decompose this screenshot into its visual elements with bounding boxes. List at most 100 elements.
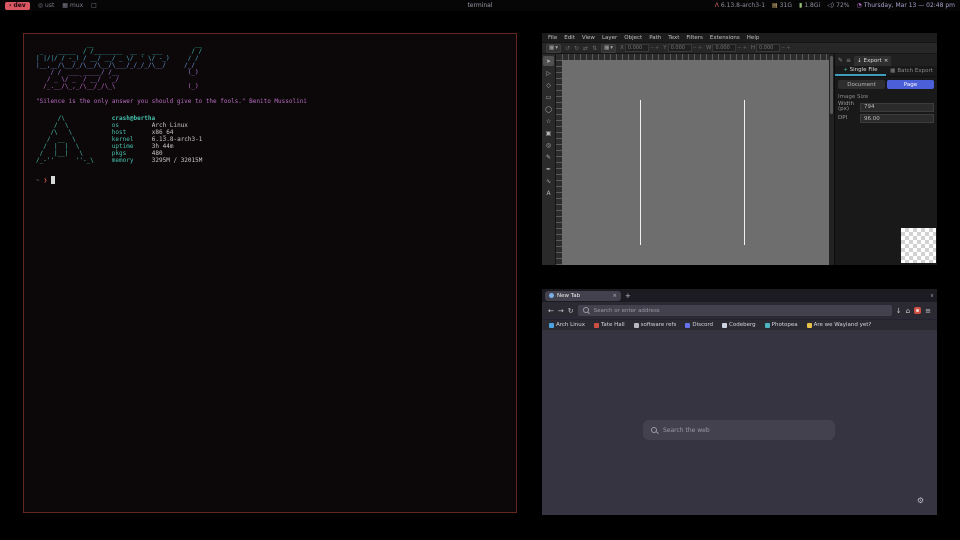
minus-icon[interactable]: −	[737, 45, 741, 51]
page-button[interactable]: Page	[887, 80, 934, 89]
tab-batch-export[interactable]: ▦ Batch Export	[886, 66, 937, 76]
new-tab-button[interactable]: +	[625, 292, 631, 300]
bookmark-are-we-wayland-yet[interactable]: Are we Wayland yet?	[807, 322, 872, 328]
ascii-art-line: /_.__/\_,_/\__/_/\_\ (_)	[36, 83, 504, 90]
text-tool[interactable]: A	[543, 188, 554, 198]
downloads-button[interactable]: ↓	[896, 307, 902, 315]
volume-module[interactable]: ◁) 72%	[827, 2, 849, 9]
home-button[interactable]: ⌂	[906, 307, 910, 315]
bookmark-folder-software-refs[interactable]: software refs	[634, 322, 677, 328]
workspace-mux[interactable]: ▦ mux	[62, 2, 83, 9]
bookmark-photopea[interactable]: Photopea	[765, 322, 798, 328]
export-width-input[interactable]: 794	[860, 103, 934, 112]
url-bar[interactable]	[578, 305, 892, 316]
w-label: W	[706, 45, 711, 51]
close-tab-icon[interactable]: ×	[612, 293, 617, 299]
pen-tool[interactable]: ✒	[543, 164, 554, 174]
bookmark-codeberg[interactable]: Codeberg	[722, 322, 756, 328]
shape-builder-tool[interactable]: ◇	[543, 80, 554, 90]
menu-path[interactable]: Path	[649, 35, 661, 41]
plus-icon[interactable]: +	[786, 45, 790, 51]
reload-button[interactable]: ↻	[568, 307, 574, 315]
caret-down-icon: ▾	[555, 45, 558, 51]
workspace-ust[interactable]: ◎ ust	[38, 2, 55, 9]
workspace-empty[interactable]: □	[91, 2, 97, 9]
ellipse-tool[interactable]: ◯	[543, 104, 554, 114]
terminal-window[interactable]: __ __ _ _____ / /________ __ _ ___ / / |…	[23, 33, 517, 513]
close-icon[interactable]: ×	[884, 58, 889, 64]
rectangle-tool[interactable]: ▭	[543, 92, 554, 102]
tab-single-file[interactable]: + Single File	[835, 66, 886, 76]
minus-icon[interactable]: −	[693, 45, 697, 51]
star-tool[interactable]: ☆	[543, 116, 554, 126]
menu-help[interactable]: Help	[747, 35, 760, 41]
snap-dropdown[interactable]: ▦ ▾	[601, 44, 616, 53]
menu-extensions[interactable]: Extensions	[710, 35, 740, 41]
plus-icon[interactable]: +	[743, 45, 747, 51]
newtab-search-box[interactable]	[643, 420, 835, 440]
newtab-search-input[interactable]	[663, 427, 827, 434]
disk-usage: 31G	[780, 2, 792, 9]
x-input[interactable]: 0.000	[625, 44, 649, 52]
h-input[interactable]: 0.000	[756, 44, 780, 52]
export-icon: ↓	[857, 58, 862, 64]
minus-icon[interactable]: −	[650, 45, 654, 51]
list-dialog-icon[interactable]: ≡	[846, 57, 851, 66]
fetch-user-host: crash@bertha	[112, 115, 203, 122]
y-input[interactable]: 0.000	[668, 44, 692, 52]
selection-mode-dropdown[interactable]: ▦ ▾	[546, 44, 561, 53]
bookmark-discord[interactable]: Discord	[685, 322, 713, 328]
calligraphy-tool[interactable]: ∿	[543, 176, 554, 186]
node-tool[interactable]: ▷	[543, 68, 554, 78]
adblock-extension-icon[interactable]	[914, 307, 921, 314]
batch-export-icon: ▦	[890, 68, 895, 74]
memory-module: ▮ 1.8Gi	[799, 2, 820, 9]
box3d-tool[interactable]: ▣	[543, 128, 554, 138]
menu-file[interactable]: File	[548, 35, 557, 41]
height-field: H 0.000 − +	[751, 44, 791, 52]
document-button[interactable]: Document	[838, 80, 885, 89]
bookmark-tate-hall[interactable]: Tate Hall	[594, 322, 625, 328]
bookmark-label: software refs	[641, 322, 677, 328]
inkscape-canvas[interactable]	[556, 54, 829, 265]
shell-prompt[interactable]: ~ ❯	[36, 176, 504, 184]
plus-icon[interactable]: +	[655, 45, 659, 51]
menu-object[interactable]: Object	[624, 35, 642, 41]
export-dpi-input[interactable]: 96.00	[860, 114, 934, 123]
bookmark-arch-linux[interactable]: Arch Linux	[549, 322, 585, 328]
scrollbar-thumb[interactable]	[830, 56, 833, 114]
export-panel-header: ✎ ≡ ↓ Export ×	[835, 54, 937, 66]
menu-edit[interactable]: Edit	[564, 35, 575, 41]
plus-icon[interactable]: +	[698, 45, 702, 51]
menu-text[interactable]: Text	[668, 35, 679, 41]
spiral-tool[interactable]: ◎	[543, 140, 554, 150]
inkscape-window[interactable]: File Edit View Layer Object Path Text Fi…	[542, 33, 937, 265]
bookmark-favicon	[765, 323, 770, 328]
rotate-ccw-icon[interactable]: ↺	[565, 45, 570, 52]
pencil-tool[interactable]: ✎	[543, 152, 554, 162]
rotate-cw-icon[interactable]: ↻	[574, 45, 579, 52]
minus-icon[interactable]: −	[781, 45, 785, 51]
menu-view[interactable]: View	[582, 35, 595, 41]
browser-window[interactable]: New Tab × + ∨ ← → ↻ ↓ ⌂ ≡ Arch Linux Tat…	[542, 289, 937, 515]
edit-dialog-icon[interactable]: ✎	[838, 57, 843, 66]
active-tab[interactable]: New Tab ×	[545, 291, 621, 301]
forward-button[interactable]: →	[558, 307, 564, 315]
bookmark-favicon	[807, 323, 812, 328]
back-button[interactable]: ←	[548, 307, 554, 315]
select-tool[interactable]: ➤	[543, 56, 554, 66]
workspace-dev[interactable]: › dev	[5, 2, 30, 10]
flip-horizontal-icon[interactable]: ⇄	[583, 45, 588, 52]
url-input[interactable]	[594, 308, 887, 314]
menu-layer[interactable]: Layer	[602, 35, 617, 41]
batch-export-label: Batch Export	[897, 68, 933, 74]
w-input[interactable]: 0.000	[712, 44, 736, 52]
newtab-settings-gear-icon[interactable]: ⚙	[917, 496, 924, 505]
menu-button[interactable]: ≡	[925, 307, 931, 315]
flip-vertical-icon[interactable]: ⇅	[592, 45, 597, 52]
export-dialog-tab[interactable]: ↓ Export ×	[854, 56, 891, 66]
fetch-row: kernel 6.13.8-arch3-1	[112, 136, 203, 143]
list-tabs-chevron-icon[interactable]: ∨	[930, 293, 934, 299]
clock-module: ◔ Thursday, Mar 13 — 02:48 pm	[857, 2, 956, 9]
menu-filters[interactable]: Filters	[686, 35, 703, 41]
